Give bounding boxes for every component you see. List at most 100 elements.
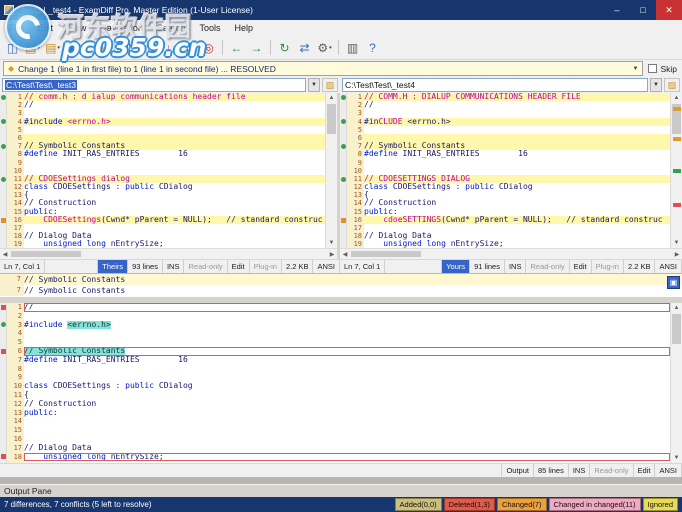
current-difference-pane[interactable]: ▣ 7// Symbolic Constants7// Symbolic Con…	[0, 273, 682, 297]
scroll-right-icon[interactable]: ▶	[672, 251, 682, 258]
code-line[interactable]: 4#include <errno.h>	[7, 118, 325, 126]
menu-file[interactable]: File	[2, 20, 31, 36]
last-diff-icon[interactable]: ⇓	[179, 38, 198, 58]
code-line[interactable]: 9	[7, 373, 670, 382]
skip-control[interactable]: Skip	[648, 64, 679, 74]
code-line[interactable]: 17	[347, 224, 670, 232]
code-line[interactable]: 10	[7, 167, 325, 175]
scroll-up-icon[interactable]: ▲	[671, 93, 682, 103]
open-second-file-icon[interactable]: ▤▾	[43, 38, 62, 58]
scroll-thumb[interactable]	[11, 251, 81, 257]
code-line[interactable]: 14	[7, 417, 670, 426]
prev-diff-icon[interactable]: ↑	[139, 38, 158, 58]
menu-view[interactable]: View	[60, 20, 93, 36]
left-pane-vscroll[interactable]: ▲ ▼	[325, 93, 337, 248]
options-icon[interactable]: ⚙▾	[315, 38, 334, 58]
code-line[interactable]: 17// Dialog Data	[7, 444, 670, 453]
left-pane-code[interactable]: 1// comm.h : d ialup communications head…	[7, 93, 325, 248]
code-line[interactable]: 12class CDOESettings : public CDialog	[7, 183, 325, 191]
code-line[interactable]: 7#define INIT_RAS_ENTRIES 16	[7, 356, 670, 365]
scroll-left-icon[interactable]: ◀	[0, 251, 10, 258]
scroll-up-icon[interactable]: ▲	[671, 303, 682, 313]
output-pane-code[interactable]: 1//23#include <errno.h>456// Symbolic Co…	[7, 303, 670, 463]
minimize-button[interactable]: –	[604, 0, 630, 20]
code-line[interactable]: 7// Symbolic Constants	[347, 142, 670, 150]
code-line[interactable]: 4#inCLUDE <errno.h>	[347, 118, 670, 126]
save-icon[interactable]: ▣	[63, 38, 82, 58]
code-line[interactable]: 3	[347, 109, 670, 117]
right-pane-hscroll[interactable]: ◀ ▶	[340, 248, 682, 259]
copy-to-right-icon[interactable]: →	[247, 38, 266, 58]
code-line[interactable]: 8	[7, 365, 670, 374]
code-line[interactable]: 14// Construction	[7, 199, 325, 207]
code-line[interactable]: 6// Symbolic Constants	[7, 347, 670, 356]
code-line[interactable]: 6	[7, 134, 325, 142]
scroll-thumb[interactable]	[672, 314, 681, 344]
code-line[interactable]: 16 cdoeSETTINGS(Cwnd* pParent = NULL); /…	[347, 216, 670, 224]
compare-icon[interactable]: ◫	[3, 38, 22, 58]
code-line[interactable]: 2	[7, 312, 670, 321]
copy-to-left-icon[interactable]: ←	[227, 38, 246, 58]
code-line[interactable]: 5	[7, 126, 325, 134]
code-line[interactable]: 3#include <errno.h>	[7, 321, 670, 330]
code-line[interactable]: 5	[7, 338, 670, 347]
close-button[interactable]: ✕	[656, 0, 682, 20]
first-diff-icon[interactable]: ⇑	[119, 38, 138, 58]
chevron-down-icon[interactable]: ▼	[650, 78, 662, 92]
code-line[interactable]: 6	[347, 134, 670, 142]
code-line[interactable]: 10	[347, 167, 670, 175]
dock-pane-icon[interactable]: ▣	[667, 276, 680, 289]
current-change-dropdown[interactable]: ◆ Change 1 (line 1 in first file) to 1 (…	[3, 61, 643, 76]
code-line[interactable]: 4	[7, 329, 670, 338]
code-line[interactable]: 17	[7, 224, 325, 232]
code-line[interactable]: 13public:	[7, 409, 670, 418]
code-line[interactable]: 18 unsigned long nEntrySize;	[7, 453, 670, 462]
browse-second-file-button[interactable]: ▨	[664, 78, 680, 92]
recompare-icon[interactable]: ↻	[275, 38, 294, 58]
code-line[interactable]: 16 CDOESettings(Cwnd* pParent = NULL); /…	[7, 216, 325, 224]
menu-edit[interactable]: Edit	[31, 20, 61, 36]
current-diff-icon[interactable]: ◎	[199, 38, 218, 58]
code-line[interactable]: 19 unsigned long nEntrySize;	[347, 240, 670, 248]
code-line[interactable]: 11{	[7, 391, 670, 400]
code-line[interactable]: 3	[7, 109, 325, 117]
left-pane-hscroll[interactable]: ◀ ▶	[0, 248, 337, 259]
code-line[interactable]: 5	[347, 126, 670, 134]
code-line[interactable]: 2//	[7, 101, 325, 109]
swap-panes-icon[interactable]: ⇄	[295, 38, 314, 58]
code-line[interactable]: 15public:	[7, 208, 325, 216]
code-line[interactable]: 19 unsigned long nEntrySize;	[7, 240, 325, 248]
skip-checkbox[interactable]	[648, 64, 657, 73]
code-line[interactable]: 12class CDOESettings : public CDialog	[347, 183, 670, 191]
first-file-path-combo[interactable]: C:\Test\Test\_test3	[2, 78, 306, 92]
code-line[interactable]: 18// Dialog Data	[7, 232, 325, 240]
code-line[interactable]: 8#define INIT_RAS_ENTRIES 16	[347, 150, 670, 158]
menu-help[interactable]: Help	[227, 20, 260, 36]
code-line[interactable]: 2//	[347, 101, 670, 109]
menu-tools[interactable]: Tools	[192, 20, 227, 36]
code-line[interactable]: 13{	[7, 191, 325, 199]
scroll-down-icon[interactable]: ▼	[326, 238, 337, 248]
current-diff-line[interactable]: 7// Symbolic Constants	[0, 274, 682, 285]
code-line[interactable]: 18// Dialog Data	[347, 232, 670, 240]
maximize-button[interactable]: □	[630, 0, 656, 20]
code-line[interactable]: 10class CDOESettings : public CDialog	[7, 382, 670, 391]
code-line[interactable]: 13{	[347, 191, 670, 199]
menu-search[interactable]: Search	[150, 20, 193, 36]
code-line[interactable]: 9	[347, 159, 670, 167]
menu-navigation[interactable]: Navigation	[93, 20, 150, 36]
right-pane-vscroll[interactable]: ▲ ▼	[670, 93, 682, 248]
current-diff-line[interactable]: 7// Symbolic Constants	[0, 285, 682, 296]
code-line[interactable]: 15public:	[347, 208, 670, 216]
code-line[interactable]: 9	[7, 159, 325, 167]
code-line[interactable]: 11// CDOESettings dialog	[7, 175, 325, 183]
scroll-thumb[interactable]	[327, 104, 336, 134]
code-line[interactable]: 16	[7, 435, 670, 444]
code-line[interactable]: 8#define INIT_RAS_ENTRIES 16	[7, 150, 325, 158]
chevron-down-icon[interactable]: ▼	[308, 78, 320, 92]
print-icon[interactable]: ▥	[343, 38, 362, 58]
code-line[interactable]: 12// Construction	[7, 400, 670, 409]
code-line[interactable]: 15	[7, 426, 670, 435]
code-line[interactable]: 7// Symbolic Constants	[7, 142, 325, 150]
output-pane-tab[interactable]: Output Pane	[0, 484, 682, 497]
